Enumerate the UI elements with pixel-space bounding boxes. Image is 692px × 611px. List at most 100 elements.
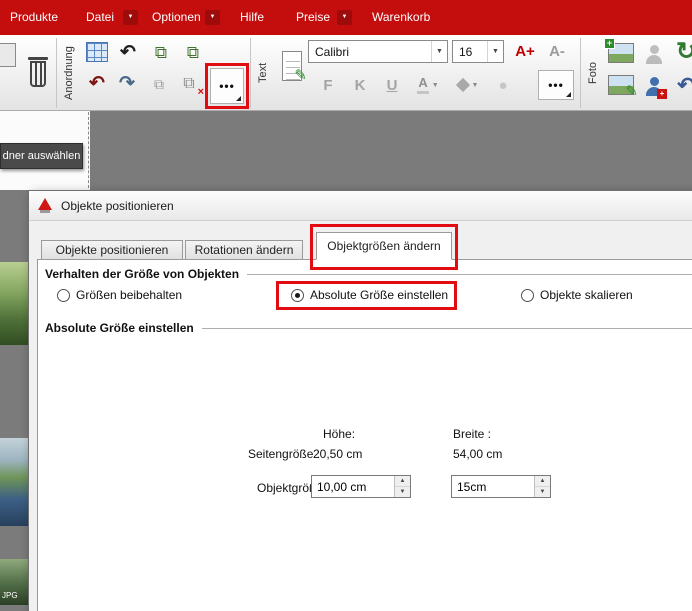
spin-up-icon[interactable]: ▲ — [395, 476, 410, 487]
add-photo-icon[interactable]: + — [606, 40, 636, 66]
photo-thumbnail[interactable] — [0, 438, 28, 526]
insert-text-icon[interactable]: ✎ — [278, 46, 306, 86]
rotate-right-icon[interactable]: ↷ — [114, 70, 140, 96]
tab-rotationen-aendern[interactable]: Rotationen ändern — [185, 240, 303, 260]
section-label-foto: Foto — [582, 37, 604, 109]
paste-icon[interactable] — [0, 41, 20, 69]
menu-preise[interactable]: Preise — [296, 0, 330, 35]
remove-object-icon[interactable]: ⧉ × — [176, 72, 202, 96]
chevron-down-icon[interactable]: ▼ — [431, 41, 447, 62]
menu-hilfe[interactable]: Hilfe — [240, 0, 264, 35]
trash-shape — [28, 57, 48, 87]
object-height-input[interactable]: 10,00 cm ▲ ▼ — [311, 475, 411, 498]
rotate-glyph: ↻ — [676, 40, 692, 64]
tab-label: Objekte positionieren — [56, 243, 169, 257]
edit-photo-icon[interactable]: ✎ — [606, 72, 636, 98]
radio-objekte-skalieren[interactable]: Objekte skalieren — [521, 288, 633, 302]
font-color-button[interactable]: A ▼ — [410, 72, 446, 98]
tab-label: Objektgrößen ändern — [327, 239, 440, 253]
circle-glyph: ● — [498, 78, 507, 93]
menu-optionen-arrow-icon[interactable]: ▼ — [205, 10, 220, 25]
font-family-select[interactable]: Calibri ▼ — [308, 40, 448, 63]
duplicate-backward-icon[interactable]: ⧉ — [180, 40, 206, 64]
italic-button[interactable]: K — [348, 72, 372, 98]
page-size-label: Seitengröße : — [248, 447, 320, 461]
spinner-buttons: ▲ ▼ — [534, 476, 550, 497]
chevron-down-icon[interactable]: ▼ — [487, 41, 503, 62]
section-title: Absolute Größe einstellen — [45, 321, 194, 335]
radio-circle-selected-icon[interactable] — [291, 289, 304, 302]
dialog-titlebar[interactable]: Objekte positionieren — [29, 191, 692, 221]
page-height-value: 20,50 cm — [313, 447, 362, 461]
chevron-down-icon[interactable]: ▼ — [472, 82, 479, 89]
photo-thumbnail[interactable] — [0, 262, 28, 345]
undo-photo-icon[interactable]: ↶ — [672, 71, 692, 99]
rotate-photo-icon[interactable]: ↻ — [672, 37, 692, 67]
menu-optionen[interactable]: Optionen — [152, 0, 201, 35]
plus-badge-icon: + — [604, 38, 615, 49]
menu-preise-arrow-icon[interactable]: ▼ — [337, 10, 352, 25]
undo-dark-glyph: ↶ — [89, 74, 105, 93]
menu-warenkorb[interactable]: Warenkorb — [372, 0, 430, 35]
width-column-label: Breite : — [453, 427, 491, 441]
menu-datei[interactable]: Datei — [86, 0, 114, 35]
app-pyramid-icon — [37, 198, 53, 214]
font-decrease-button[interactable]: A- — [542, 38, 572, 64]
section-label-text: Text — [252, 37, 274, 109]
object-width-value[interactable]: 15cm — [452, 480, 534, 494]
dialog-title: Objekte positionieren — [61, 199, 174, 213]
menu-datei-arrow-icon[interactable]: ▼ — [123, 10, 138, 25]
delete-trash-icon[interactable] — [22, 48, 54, 96]
shape-circle-icon[interactable]: ● — [492, 74, 514, 96]
copy-disabled-icon[interactable]: ⧉ — [148, 74, 170, 94]
person-shape — [645, 45, 663, 64]
object-width-input[interactable]: 15cm ▲ ▼ — [451, 475, 551, 498]
panel-splitter[interactable] — [88, 112, 89, 188]
font-decrease-label: A- — [549, 43, 565, 60]
underline-label: U — [387, 77, 398, 94]
bold-button[interactable]: F — [316, 72, 340, 98]
duplicate-forward-icon[interactable]: ⧉ — [148, 40, 174, 64]
choose-folder-button[interactable]: dner auswählen — [0, 143, 83, 169]
font-increase-button[interactable]: A+ — [510, 38, 540, 64]
group-title: Verhalten der Größe von Objekten — [45, 267, 239, 281]
menu-produkte[interactable]: Produkte — [10, 0, 58, 35]
underline-button[interactable]: U — [380, 72, 404, 98]
group-divider-line — [202, 328, 692, 329]
group-divider-line — [247, 274, 692, 275]
font-size-select[interactable]: 16 ▼ — [452, 40, 504, 63]
table-grid-icon[interactable] — [86, 42, 108, 62]
radio-circle-icon[interactable] — [57, 289, 70, 302]
red-x-glyph: × — [198, 87, 204, 98]
radio-groessen-beibehalten[interactable]: Größen beibehalten — [57, 288, 182, 302]
font-family-value: Calibri — [309, 45, 431, 59]
text-more-options-button[interactable]: ••• — [538, 70, 574, 100]
group-header-verhalten: Verhalten der Größe von Objekten — [45, 267, 692, 281]
photo-shape: + — [608, 43, 634, 63]
add-person-icon[interactable]: + — [642, 73, 666, 99]
toolbar-separator — [580, 38, 581, 108]
rotate-left-icon[interactable]: ↶ — [84, 70, 110, 96]
tab-objekte-positionieren[interactable]: Objekte positionieren — [41, 240, 183, 260]
chevron-down-icon[interactable]: ▼ — [432, 82, 439, 89]
spin-down-icon[interactable]: ▼ — [395, 487, 410, 497]
tab-objektgroessen-aendern[interactable]: Objektgrößen ändern — [316, 232, 452, 260]
clipboard-shape — [0, 43, 16, 67]
plus-badge-icon: + — [657, 89, 667, 99]
more-dots-label: ••• — [548, 78, 564, 92]
copy-glyph: ⧉ — [183, 76, 194, 92]
person-disabled-icon[interactable] — [642, 41, 666, 67]
spin-up-icon[interactable]: ▲ — [535, 476, 550, 487]
radio-absolute-groesse-einstellen[interactable]: Absolute Größe einstellen — [291, 288, 448, 302]
page-width-value: 54,00 cm — [453, 447, 502, 461]
corner-triangle-icon — [236, 96, 241, 101]
arrange-more-options-button[interactable]: ••• — [210, 68, 244, 104]
object-height-value[interactable]: 10,00 cm — [312, 480, 394, 494]
undo-glyph: ↶ — [677, 75, 692, 96]
fill-color-button[interactable]: ▼ — [450, 72, 486, 98]
spin-down-icon[interactable]: ▼ — [535, 487, 550, 497]
undo-icon[interactable]: ↶ — [114, 39, 142, 65]
radio-circle-icon[interactable] — [521, 289, 534, 302]
font-color-letter: A — [417, 76, 428, 93]
spinner-buttons: ▲ ▼ — [394, 476, 410, 497]
